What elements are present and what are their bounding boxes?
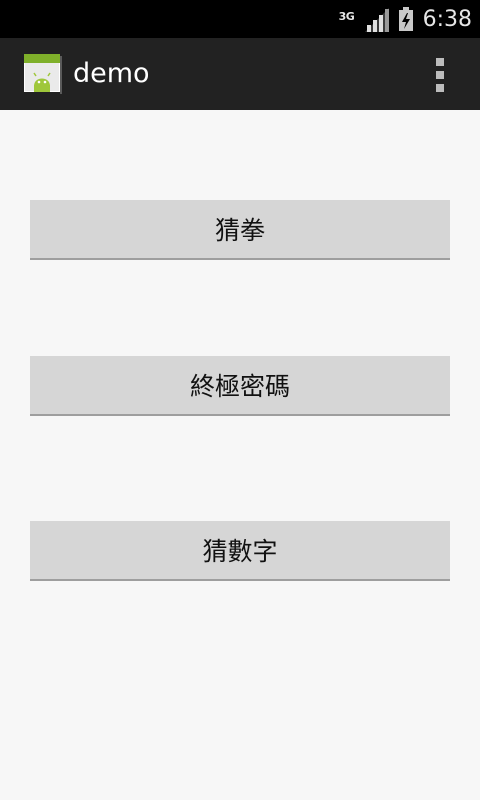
action-bar: demo bbox=[0, 38, 480, 110]
network-type-label: 3G bbox=[338, 10, 355, 23]
menu-dot bbox=[436, 58, 444, 66]
rock-paper-scissors-button[interactable]: 猜拳 bbox=[30, 200, 450, 260]
battery-icon bbox=[398, 7, 413, 31]
clock: 6:38 bbox=[422, 6, 472, 32]
status-bar: 3G 6:38 bbox=[0, 0, 480, 38]
android-app-icon[interactable] bbox=[24, 54, 62, 94]
ultimate-password-button[interactable]: 終極密碼 bbox=[30, 356, 450, 416]
status-icons: 3G 6:38 bbox=[339, 0, 472, 38]
signal-icon: 3G bbox=[339, 6, 389, 32]
guess-number-button[interactable]: 猜數字 bbox=[30, 521, 450, 581]
main-content: 猜拳 終極密碼 猜數字 bbox=[0, 110, 480, 800]
menu-dot bbox=[436, 84, 444, 92]
overflow-menu-icon[interactable] bbox=[426, 58, 454, 92]
menu-dot bbox=[436, 71, 444, 79]
app-title: demo bbox=[73, 58, 150, 89]
